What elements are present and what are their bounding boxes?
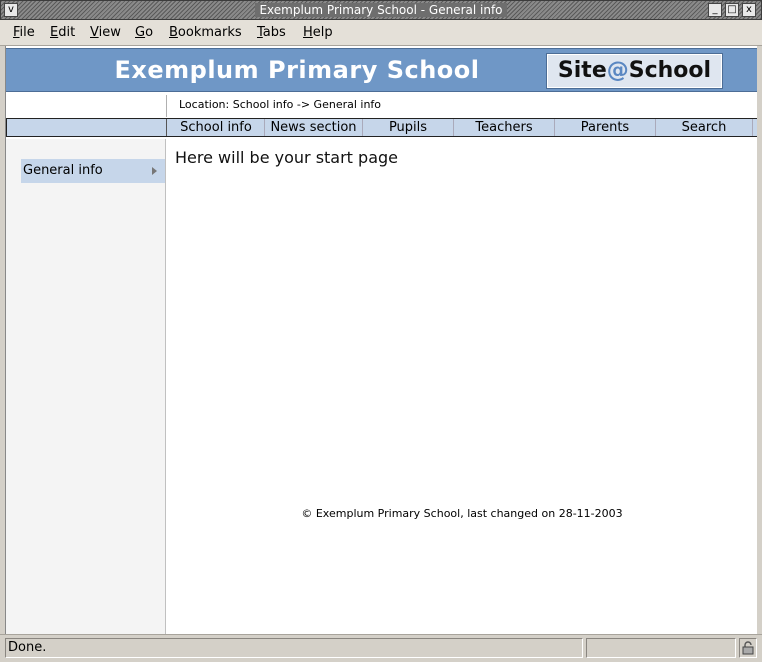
- main-nav: School info News section Pupils Teachers…: [6, 118, 757, 137]
- triangle-right-icon: [152, 167, 157, 175]
- sidebar-item-label: General info: [23, 163, 103, 178]
- page-footer: © Exemplum Primary School, last changed …: [301, 507, 623, 520]
- page-viewport: Exemplum Primary School Site@School Loca…: [5, 46, 757, 634]
- nav-teachers[interactable]: Teachers: [454, 119, 555, 136]
- window-title: Exemplum Primary School - General info: [1, 3, 761, 18]
- sidebar-item-general-info[interactable]: General info: [21, 159, 165, 183]
- school-name: Exemplum Primary School: [114, 56, 480, 84]
- close-button[interactable]: x: [742, 3, 756, 17]
- nav-news-section[interactable]: News section: [265, 119, 363, 136]
- menu-help[interactable]: Help: [303, 25, 333, 40]
- nav-pupils[interactable]: Pupils: [363, 119, 454, 136]
- menu-view[interactable]: View: [90, 25, 121, 40]
- maximize-button[interactable]: □: [725, 3, 739, 17]
- site-at-school-logo: Site@School: [546, 53, 723, 89]
- statusbar: Done.: [0, 634, 762, 662]
- start-page-text: Here will be your start page: [175, 148, 398, 167]
- menu-file[interactable]: File: [13, 25, 35, 40]
- site-banner: Exemplum Primary School Site@School: [6, 48, 757, 92]
- window-titlebar[interactable]: v Exemplum Primary School - General info…: [0, 0, 762, 20]
- nav-parents[interactable]: Parents: [555, 119, 656, 136]
- menu-edit[interactable]: Edit: [50, 25, 75, 40]
- menu-bookmarks[interactable]: Bookmarks: [169, 25, 242, 40]
- sidebar: General info: [6, 139, 166, 634]
- nav-search[interactable]: Search: [656, 119, 753, 136]
- menubar: File Edit View Go Bookmarks Tabs Help: [0, 20, 762, 46]
- progress-panel: [586, 638, 736, 658]
- nav-school-info[interactable]: School info: [168, 119, 265, 136]
- breadcrumb: Location: School info -> General info: [179, 98, 382, 111]
- minimize-button[interactable]: _: [708, 3, 722, 17]
- menu-go[interactable]: Go: [135, 25, 153, 40]
- location-row: Location: School info -> General info: [166, 95, 757, 117]
- lock-icon[interactable]: [739, 638, 757, 658]
- status-text: Done.: [5, 638, 583, 658]
- menu-tabs[interactable]: Tabs: [257, 25, 286, 40]
- nav-spacer: [7, 119, 167, 136]
